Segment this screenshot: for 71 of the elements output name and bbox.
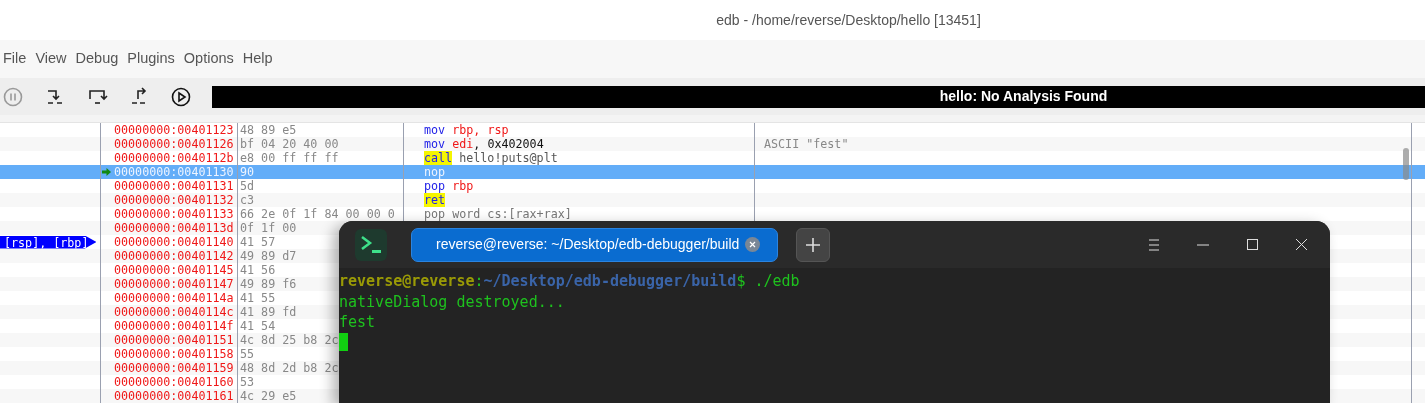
bytes-cell: bf 04 20 40 00 — [240, 137, 339, 151]
address-cell: 00000000:0040114f — [114, 319, 234, 333]
address-cell: 00000000:00401133 — [114, 207, 234, 221]
plus-icon — [806, 237, 820, 252]
menu-item[interactable]: Help — [242, 48, 273, 70]
address-cell: 00000000:0040113d — [114, 221, 234, 235]
maximize-icon[interactable] — [1246, 238, 1259, 251]
menu-item[interactable]: View — [35, 48, 67, 70]
bytes-cell: 4c 29 e5 — [240, 389, 297, 403]
bytes-cell: 41 57 — [240, 235, 276, 249]
instruction-cell: mov rbp, rsp — [424, 123, 509, 137]
bytes-cell: 48 89 e5 — [240, 123, 297, 137]
bytes-cell: 49 89 d7 — [240, 249, 297, 263]
comment-cell: ASCII "fest" — [764, 137, 849, 151]
bytes-cell: 90 — [240, 165, 255, 179]
address-cell: 00000000:00401123 — [114, 123, 234, 137]
address-cell: 00000000:0040114c — [114, 305, 234, 319]
run-icon[interactable] — [170, 85, 192, 108]
close-icon[interactable] — [1295, 238, 1308, 251]
new-tab-button[interactable] — [796, 227, 830, 262]
analysis-status: hello: No Analysis Found — [939, 87, 1108, 106]
terminal-line: reverse@reverse:~/Desktop/edb-debugger/build$ ./edb — [339, 272, 800, 290]
address-cell: 00000000:00401140 — [114, 235, 234, 249]
menu-item[interactable]: File — [3, 48, 27, 70]
bytes-cell: 55 — [240, 347, 255, 361]
scrollbar-thumb[interactable] — [1403, 148, 1409, 180]
bytes-cell: 41 89 fd — [240, 305, 297, 319]
bytes-cell: 48 8d 2d b8 2c — [240, 361, 339, 375]
address-cell: 00000000:00401126 — [114, 137, 234, 151]
address-cell: 00000000:00401161 — [114, 389, 234, 403]
register-label: [rsp], [rbp] — [0, 235, 97, 249]
bytes-cell: 41 56 — [240, 263, 276, 277]
bytes-cell: 49 89 f6 — [240, 277, 297, 291]
address-cell: 00000000:00401159 — [114, 361, 234, 375]
tab-title: reverse@reverse: ~/Desktop/edb-debugger/build — [436, 235, 740, 254]
bytes-cell: 41 54 — [240, 319, 276, 333]
bytes-cell: 0f 1f 00 — [240, 221, 297, 235]
address-cell: 00000000:00401132 — [114, 193, 234, 207]
address-cell: 00000000:00401131 — [114, 179, 234, 193]
terminal-tab[interactable]: reverse@reverse: ~/Desktop/edb-debugger/build — [411, 227, 778, 262]
menu-item[interactable]: Options — [183, 48, 234, 70]
address-cell: 00000000:00401145 — [114, 263, 234, 277]
instruction-cell: pop word cs:[rax+rax] — [424, 207, 572, 221]
instruction-cell: nop — [424, 165, 446, 179]
terminal-line: fest — [339, 313, 376, 331]
window-title: edb - /home/reverse/Desktop/hello [13451] — [716, 10, 981, 30]
instruction-cell: mov edi, 0x402004 — [424, 137, 544, 151]
bytes-cell: 41 55 — [240, 291, 276, 305]
address-cell: 00000000:00401151 — [114, 333, 234, 347]
instruction-cell: ret — [424, 193, 446, 207]
address-cell: 00000000:0040114a — [114, 291, 234, 305]
bytes-cell: 4c 8d 25 b8 2c — [240, 333, 339, 347]
instruction-cell: pop rbp — [424, 179, 474, 193]
bytes-cell: c3 — [240, 193, 255, 207]
bytes-cell: 5d — [240, 179, 255, 193]
menu-item[interactable]: Plugins — [127, 48, 175, 70]
address-cell: 00000000:00401147 — [114, 277, 234, 291]
terminal-line: nativeDialog destroyed... — [339, 292, 565, 311]
address-cell: 00000000:00401130 — [114, 165, 234, 179]
bytes-cell: e8 00 ff ff ff — [240, 151, 339, 165]
instruction-cell: call hello!puts@plt — [424, 151, 558, 165]
address-cell: 00000000:00401160 — [114, 375, 234, 389]
close-icon[interactable] — [745, 237, 761, 252]
menu-icon[interactable] — [1148, 238, 1161, 251]
terminal-logo-icon — [355, 228, 387, 261]
address-cell: 00000000:00401142 — [114, 249, 234, 263]
address-cell: 00000000:00401158 — [114, 347, 234, 361]
bytes-cell: 53 — [240, 375, 255, 389]
bytes-cell: 66 2e 0f 1f 84 00 00 0 — [240, 207, 395, 221]
address-cell: 00000000:0040112b — [114, 151, 234, 165]
menu-item[interactable]: Debug — [75, 48, 119, 70]
